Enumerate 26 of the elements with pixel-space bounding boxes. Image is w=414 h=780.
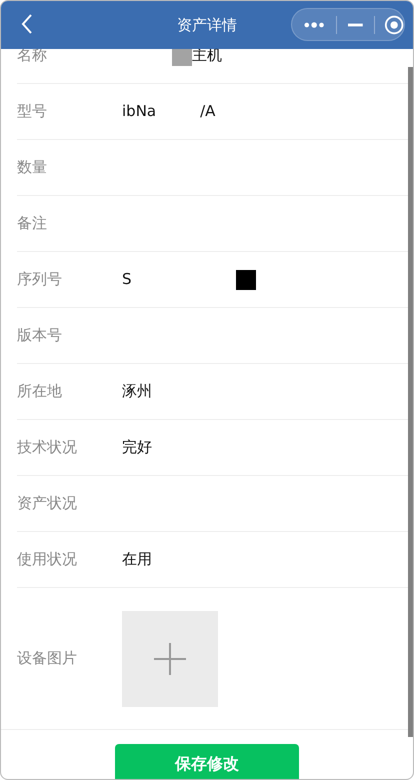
field-value: 在用 bbox=[122, 549, 152, 570]
field-label: 设备图片 bbox=[17, 648, 78, 670]
more-icon[interactable] bbox=[304, 20, 326, 28]
plus-icon bbox=[154, 642, 186, 674]
save-button[interactable]: 保存修改 bbox=[115, 744, 299, 779]
field-value: S bbox=[122, 269, 132, 290]
field-value: /A bbox=[200, 101, 216, 122]
field-label: 版本号 bbox=[17, 325, 63, 346]
field-value: 完好 bbox=[122, 437, 152, 458]
close-icon[interactable] bbox=[384, 14, 404, 36]
field-label: 备注 bbox=[17, 213, 48, 234]
field-label: 技术状况 bbox=[17, 437, 78, 458]
field-label: 使用状况 bbox=[17, 549, 78, 570]
field-label: 序列号 bbox=[17, 269, 63, 290]
field-label: 所在地 bbox=[17, 381, 63, 402]
field-label: 型号 bbox=[17, 101, 48, 122]
page-title: 资产详情 bbox=[176, 15, 238, 36]
field-value: 涿州 bbox=[122, 381, 152, 402]
field-value: 主机 bbox=[192, 45, 222, 66]
field-label: 资产状况 bbox=[17, 493, 78, 514]
field-value: ibNa bbox=[122, 101, 156, 122]
minimize-icon[interactable] bbox=[348, 22, 363, 26]
back-icon[interactable] bbox=[21, 13, 33, 35]
field-label: 数量 bbox=[17, 157, 48, 178]
field-label: 名称 bbox=[17, 45, 48, 66]
redaction-block bbox=[236, 270, 256, 290]
